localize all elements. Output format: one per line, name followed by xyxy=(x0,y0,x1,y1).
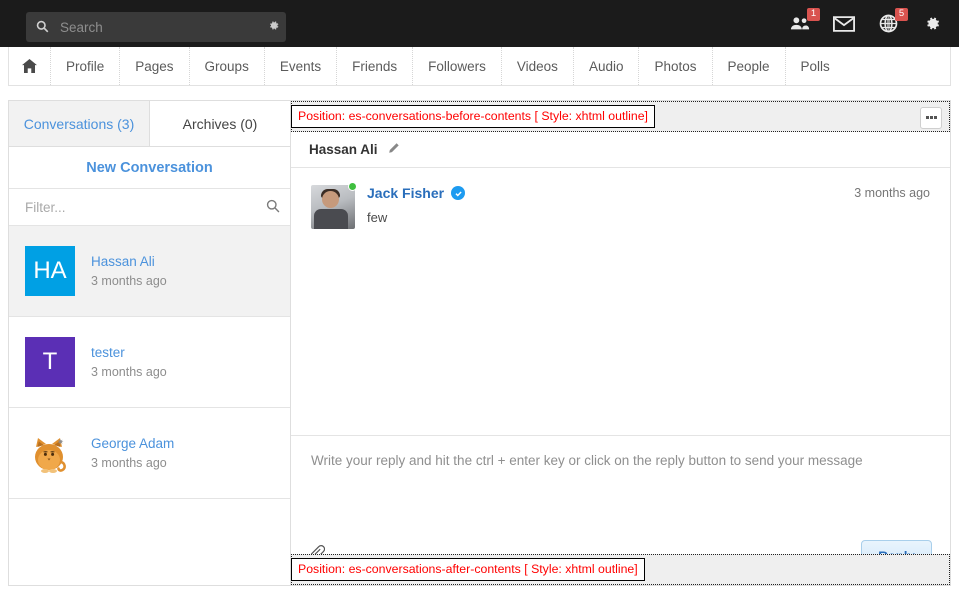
top-bar: 1 5 xyxy=(0,0,959,47)
nav-item-polls[interactable]: Polls xyxy=(786,47,845,85)
conversation-options-button[interactable] xyxy=(920,107,942,129)
nav-item-audio[interactable]: Audio xyxy=(574,47,640,85)
annotation-strip-after-contents: Position: es-conversations-after-content… xyxy=(291,554,950,585)
nav-item-videos[interactable]: Videos xyxy=(502,47,574,85)
avatar: T xyxy=(25,337,75,387)
conversations-sidebar: Conversations (3) Archives (0) New Conve… xyxy=(8,100,291,586)
avatar xyxy=(25,428,75,478)
message-item: Jack Fisher 3 months ago few xyxy=(291,168,950,229)
avatar: HA xyxy=(25,246,75,296)
verified-badge-icon xyxy=(451,186,466,200)
ellipsis-icon xyxy=(925,116,937,119)
sidebar-tabs: Conversations (3) Archives (0) xyxy=(9,101,290,147)
settings-gear-icon[interactable] xyxy=(919,10,945,38)
avatar[interactable] xyxy=(311,182,357,229)
nav-item-profile[interactable]: Profile xyxy=(51,47,121,85)
message-timestamp: 3 months ago xyxy=(854,186,930,200)
conversation-header: Hassan Ali xyxy=(291,132,950,168)
conversation-timestamp: 3 months ago xyxy=(91,274,167,288)
avatar-photo xyxy=(311,185,355,229)
tab-archives[interactable]: Archives (0) xyxy=(150,101,290,147)
conversation-timestamp: 3 months ago xyxy=(91,456,167,470)
home-icon xyxy=(22,59,37,73)
annotation-strip-before-contents: Position: es-conversations-before-conten… xyxy=(291,101,950,132)
conversation-name[interactable]: Hassan Ali xyxy=(91,254,167,269)
globe-notifications-icon[interactable]: 5 xyxy=(875,7,908,38)
search-icon[interactable] xyxy=(256,199,290,216)
friends-icon[interactable]: 1 xyxy=(787,7,820,38)
nav-item-photos[interactable]: Photos xyxy=(639,47,713,85)
nav-item-pages[interactable]: Pages xyxy=(120,47,190,85)
message-author[interactable]: Jack Fisher xyxy=(367,185,444,201)
notifications-badge: 5 xyxy=(895,7,908,21)
tab-conversations[interactable]: Conversations (3) xyxy=(9,101,150,147)
message-text: few xyxy=(367,210,388,225)
avatar-initials: HA xyxy=(33,257,67,284)
new-conversation-button[interactable]: New Conversation xyxy=(9,147,290,189)
avatar-initials: T xyxy=(42,348,58,375)
top-bar-icons: 1 5 xyxy=(787,0,945,47)
conversation-name[interactable]: George Adam xyxy=(91,436,174,451)
conversation-title: Hassan Ali xyxy=(309,142,378,157)
nav-item-groups[interactable]: Groups xyxy=(190,47,265,85)
conversation-filter-row xyxy=(9,189,290,226)
nav-item-home[interactable] xyxy=(9,47,51,85)
annotation-label-before: Position: es-conversations-before-conten… xyxy=(291,104,655,128)
messages-list: Jack Fisher 3 months ago few xyxy=(291,168,950,435)
nav-item-friends[interactable]: Friends xyxy=(337,47,414,85)
nav-item-people[interactable]: People xyxy=(713,47,786,85)
annotation-label-after: Position: es-conversations-after-content… xyxy=(291,557,645,581)
messages-envelope-icon[interactable] xyxy=(831,10,857,38)
search-settings-gear-icon[interactable] xyxy=(260,19,286,35)
conversation-panel: Position: es-conversations-before-conten… xyxy=(290,100,951,586)
online-status-indicator xyxy=(348,182,357,191)
global-search-box[interactable] xyxy=(26,12,286,42)
filter-input[interactable] xyxy=(23,198,256,216)
reply-input[interactable]: Write your reply and hit the ctrl + ente… xyxy=(291,436,950,468)
nav-item-followers[interactable]: Followers xyxy=(413,47,502,85)
reply-composer: Write your reply and hit the ctrl + ente… xyxy=(291,435,950,585)
friends-badge: 1 xyxy=(807,7,820,21)
conversation-list-item[interactable]: HA Hassan Ali 3 months ago xyxy=(9,226,290,317)
nav-item-events[interactable]: Events xyxy=(265,47,338,85)
pencil-icon[interactable] xyxy=(387,142,400,158)
conversation-timestamp: 3 months ago xyxy=(91,365,167,379)
conversation-list-item[interactable]: George Adam 3 months ago xyxy=(9,408,290,499)
conversation-list-item[interactable]: T tester 3 months ago xyxy=(9,317,290,408)
search-input[interactable] xyxy=(58,18,260,36)
cat-avatar-icon xyxy=(35,438,66,473)
conversation-name[interactable]: tester xyxy=(91,345,167,360)
main-navigation: Profile Pages Groups Events Friends Foll… xyxy=(8,47,951,86)
search-icon xyxy=(36,20,58,35)
